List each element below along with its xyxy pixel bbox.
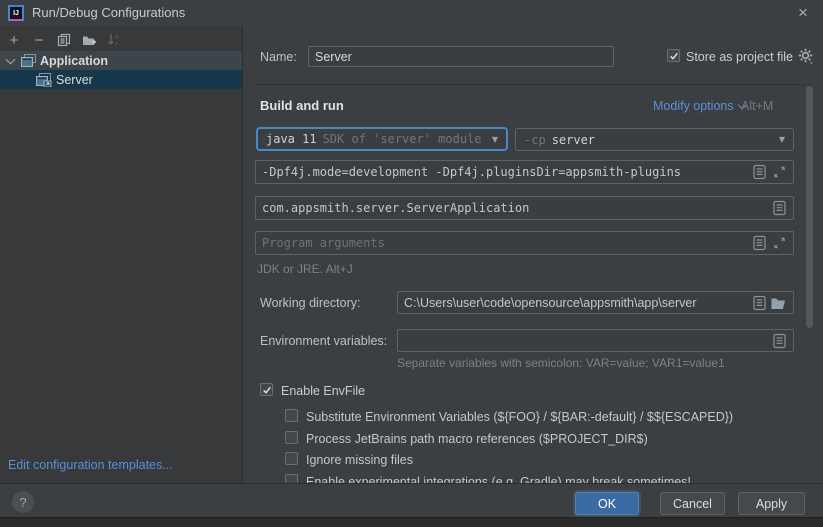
process-path-macros-label: Process JetBrains path macro references … xyxy=(306,432,648,446)
modify-options-link[interactable]: Modify options xyxy=(653,99,745,113)
ignore-missing-files-label: Ignore missing files xyxy=(306,453,413,467)
configurations-tree: Application Server xyxy=(0,51,242,89)
check-icon xyxy=(669,51,679,61)
store-as-project-checkbox[interactable] xyxy=(667,49,680,62)
apply-button[interactable]: Apply xyxy=(738,492,805,515)
edit-configuration-templates-link[interactable]: Edit configuration templates... xyxy=(8,458,173,472)
substitute-env-vars-checkbox[interactable] xyxy=(285,409,298,422)
expand-field-icon[interactable] xyxy=(773,237,786,250)
new-folder-icon[interactable] xyxy=(81,32,97,48)
document-macros-icon[interactable] xyxy=(753,295,766,310)
main-class-fieldwrap xyxy=(255,196,794,220)
tree-group-application[interactable]: Application xyxy=(0,51,242,70)
jdk-combobox[interactable]: java 11 SDK of 'server' module ▼ xyxy=(256,127,508,151)
expand-field-icon[interactable] xyxy=(773,166,786,179)
tree-group-label: Application xyxy=(40,54,108,68)
background-window-edge xyxy=(0,517,823,527)
dialog-footer: ? OK Cancel Apply xyxy=(0,483,823,517)
environment-variables-label: Environment variables: xyxy=(260,334,387,348)
name-label: Name: xyxy=(260,50,297,64)
main-class-input[interactable] xyxy=(255,196,794,220)
enable-envfile-label: Enable EnvFile xyxy=(281,384,365,398)
vertical-scrollbar[interactable] xyxy=(806,86,813,328)
add-configuration-button[interactable]: + xyxy=(6,32,22,48)
jdk-hint: JDK or JRE. Alt+J xyxy=(257,262,353,276)
configurations-toolbar: + − a z xyxy=(6,31,122,49)
modify-options-shortcut: Alt+M xyxy=(741,99,773,113)
working-directory-label: Working directory: xyxy=(260,296,361,310)
check-icon xyxy=(262,385,272,395)
substitute-env-vars-label: Substitute Environment Variables (${FOO}… xyxy=(306,410,733,424)
program-arguments-fieldwrap xyxy=(255,231,794,255)
intellij-logo-icon: IJ xyxy=(8,5,24,21)
run-configuration-icon xyxy=(36,73,52,87)
sort-configurations-icon[interactable]: a z xyxy=(106,32,122,48)
vm-options-fieldwrap xyxy=(255,160,794,184)
remove-configuration-button[interactable]: − xyxy=(31,32,47,48)
store-as-project-label: Store as project file xyxy=(686,50,793,64)
help-icon[interactable]: ? xyxy=(12,491,34,513)
document-macros-icon[interactable] xyxy=(753,165,766,180)
process-path-macros-checkbox[interactable] xyxy=(285,431,298,444)
classpath-module-combobox[interactable]: -cp server ▼ xyxy=(515,128,794,151)
document-macros-icon[interactable] xyxy=(773,333,786,348)
tree-item-server[interactable]: Server xyxy=(0,70,242,89)
close-icon[interactable]: × xyxy=(792,2,814,24)
chevron-down-icon[interactable] xyxy=(6,55,16,65)
application-icon xyxy=(21,54,36,67)
vm-options-input[interactable] xyxy=(255,160,794,184)
cancel-button[interactable]: Cancel xyxy=(660,492,725,515)
svg-text:a: a xyxy=(115,34,119,40)
ignore-missing-files-checkbox[interactable] xyxy=(285,452,298,465)
combo-arrow-icon: ▼ xyxy=(779,135,785,144)
enable-envfile-checkbox[interactable] xyxy=(260,383,273,396)
combo-arrow-icon: ▼ xyxy=(492,135,498,144)
document-macros-icon[interactable] xyxy=(753,236,766,251)
working-directory-fieldwrap xyxy=(397,291,794,314)
document-macros-icon[interactable] xyxy=(773,201,786,216)
environment-variables-hint: Separate variables with semicolon: VAR=v… xyxy=(397,356,725,370)
working-directory-input[interactable] xyxy=(397,291,794,314)
dialog-title: Run/Debug Configurations xyxy=(32,5,185,20)
gear-icon[interactable] xyxy=(797,47,814,64)
program-arguments-input[interactable] xyxy=(255,231,794,255)
environment-variables-fieldwrap xyxy=(397,329,794,352)
run-debug-configurations-dialog: IJ Run/Debug Configurations × + − a z xyxy=(0,0,823,527)
tree-item-label: Server xyxy=(56,73,93,87)
copy-configuration-icon[interactable] xyxy=(56,32,72,48)
title-bar: IJ Run/Debug Configurations × xyxy=(0,0,823,26)
environment-variables-input[interactable] xyxy=(397,329,794,352)
name-input[interactable] xyxy=(308,46,614,67)
section-divider xyxy=(252,84,810,85)
browse-folder-icon[interactable] xyxy=(771,296,786,309)
build-and-run-header: Build and run xyxy=(260,98,344,113)
configurations-sidebar: + − a z xyxy=(0,26,243,483)
ok-button[interactable]: OK xyxy=(575,492,639,515)
svg-text:z: z xyxy=(115,41,118,47)
